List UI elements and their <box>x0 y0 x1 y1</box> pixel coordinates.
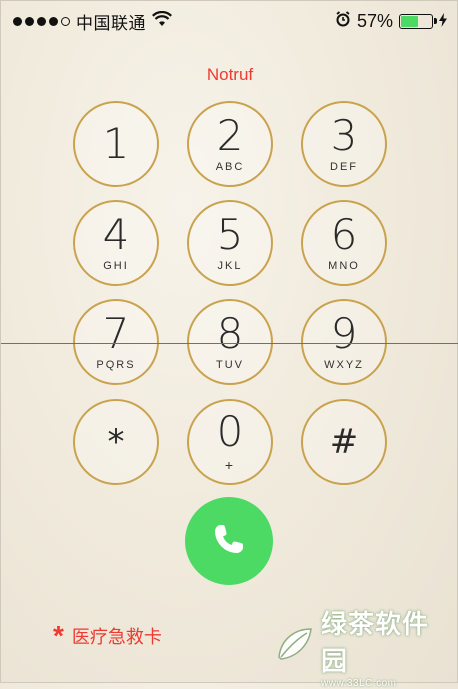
red-annotation-line <box>1 343 458 344</box>
key-letters: MNO <box>328 260 360 272</box>
watermark: 绿茶软件园 www.33LC.com <box>273 609 453 689</box>
watermark-url: www.33LC.com <box>321 677 397 689</box>
key-1[interactable]: 1 <box>73 101 159 187</box>
key-4[interactable]: 4 GHI <box>73 200 159 286</box>
key-8[interactable]: 8 TUV <box>187 299 273 385</box>
key-digit: 4 <box>102 210 130 259</box>
key-letters: ABC <box>215 161 245 173</box>
key-digit: 6 <box>330 210 358 259</box>
key-digit: 0 <box>216 407 244 456</box>
key-2[interactable]: 2 ABC <box>187 101 273 187</box>
key-hash[interactable]: # <box>301 399 387 485</box>
key-digit: 7 <box>102 309 130 358</box>
watermark-name: 绿茶软件园 <box>321 608 430 676</box>
key-digit: 3 <box>330 111 358 160</box>
key-0[interactable]: 0 + <box>187 399 273 485</box>
key-asterisk[interactable]: * <box>73 399 159 485</box>
medical-id-label: 医疗急救卡 <box>71 627 162 647</box>
key-digit: 2 <box>216 111 244 160</box>
key-digit: # <box>329 422 359 462</box>
key-letters: GHI <box>103 260 129 272</box>
key-9[interactable]: 9 WXYZ <box>301 299 387 385</box>
key-6[interactable]: 6 MNO <box>301 200 387 286</box>
key-letters: DEF <box>330 161 358 173</box>
phone-handset-icon <box>209 519 249 564</box>
key-letters: JKL <box>217 260 243 272</box>
key-digit: 5 <box>216 210 244 259</box>
key-7[interactable]: 7 PQRS <box>73 299 159 385</box>
medical-id-button[interactable]: * 医疗急救卡 <box>53 620 162 651</box>
key-5[interactable]: 5 JKL <box>187 200 273 286</box>
key-digit: 9 <box>330 309 358 358</box>
call-button[interactable] <box>185 497 273 585</box>
medical-asterisk-icon: * <box>53 620 64 651</box>
key-digit: * <box>107 422 125 462</box>
leaf-logo-icon <box>273 623 315 670</box>
key-letters: WXYZ <box>324 359 364 371</box>
key-letters: PQRS <box>96 359 136 371</box>
key-digit: 8 <box>216 309 244 358</box>
key-letters: TUV <box>216 359 244 371</box>
key-3[interactable]: 3 DEF <box>301 101 387 187</box>
watermark-text: 绿茶软件园 www.33LC.com <box>321 604 453 689</box>
key-digit: 1 <box>102 119 130 168</box>
key-letters: + <box>224 457 236 473</box>
